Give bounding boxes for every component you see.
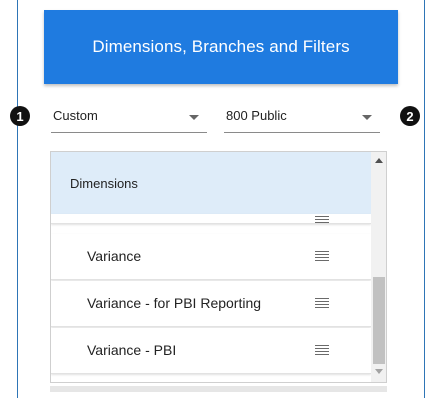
list-item-partial[interactable] <box>51 214 371 224</box>
dimension-set-value: Custom <box>53 108 98 123</box>
list-item-label: Variance - PBI <box>87 342 177 358</box>
list-item-label: Variance - for PBI Reporting <box>87 295 262 311</box>
drag-handle-icon[interactable] <box>315 214 329 223</box>
scrollbar-thumb[interactable] <box>373 277 385 364</box>
branch-value: 800 Public <box>226 108 287 123</box>
panel-header: Dimensions, Branches and Filters <box>44 10 398 84</box>
dimension-set-select[interactable]: Custom <box>51 101 207 133</box>
callout-marker-1: 1 <box>10 106 30 126</box>
branch-select[interactable]: 800 Public <box>224 101 380 133</box>
drag-handle-icon[interactable] <box>315 298 329 309</box>
chevron-down-icon[interactable] <box>362 115 372 120</box>
drag-handle-icon[interactable] <box>315 345 329 356</box>
bottom-divider <box>50 386 387 392</box>
list-item[interactable]: Variance <box>51 234 371 280</box>
panel-title: Dimensions, Branches and Filters <box>92 37 350 56</box>
dimensions-list-header: Dimensions <box>51 152 371 214</box>
chevron-down-icon[interactable] <box>189 115 199 120</box>
drag-handle-icon[interactable] <box>315 251 329 262</box>
list-scrollbar[interactable] <box>371 152 386 382</box>
scroll-up-arrow-icon[interactable] <box>375 158 383 163</box>
callout-marker-2: 2 <box>400 106 420 126</box>
scroll-down-arrow-icon[interactable] <box>375 369 383 374</box>
dimensions-list[interactable]: Dimensions Variance Variance - for PBI R… <box>50 151 387 383</box>
list-item-label: Variance <box>87 248 142 264</box>
list-item[interactable]: Variance - PBI <box>51 328 371 374</box>
list-item[interactable]: Variance - for PBI Reporting <box>51 281 371 327</box>
